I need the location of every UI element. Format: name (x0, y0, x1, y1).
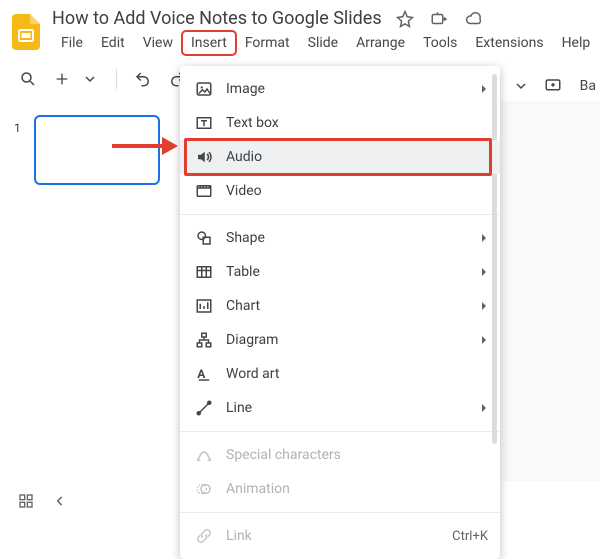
menu-tools[interactable]: Tools (414, 31, 466, 55)
menubar: File Edit View Insert Format Slide Arran… (52, 31, 599, 55)
menu-item-wordart[interactable]: A Word art (180, 357, 500, 391)
slide-thumbnail-1[interactable] (34, 115, 160, 185)
menu-item-label: Line (226, 400, 468, 416)
menu-item-label: Animation (226, 481, 488, 497)
document-title[interactable]: How to Add Voice Notes to Google Slides (52, 8, 382, 29)
menu-help[interactable]: Help (553, 31, 600, 55)
menu-file[interactable]: File (52, 31, 92, 55)
menu-slide[interactable]: Slide (299, 31, 347, 55)
submenu-arrow-icon (480, 267, 488, 277)
menu-edit[interactable]: Edit (92, 31, 134, 55)
slide-panel: 1 (0, 101, 200, 512)
menu-item-audio[interactable]: Audio (180, 140, 500, 174)
menu-extensions[interactable]: Extensions (466, 31, 552, 55)
submenu-arrow-icon (480, 301, 488, 311)
image-icon (194, 79, 214, 99)
menu-item-shape[interactable]: Shape (180, 221, 500, 255)
menu-item-label: Shape (226, 230, 468, 246)
menu-separator (180, 431, 500, 432)
background-button-partial[interactable]: Ba (580, 78, 596, 94)
menu-item-label: Word art (226, 366, 488, 382)
insert-menu: Image Text box Audio Video Shape T (180, 66, 500, 559)
menu-item-table[interactable]: Table (180, 255, 500, 289)
submenu-arrow-icon (480, 335, 488, 345)
new-slide-button[interactable] (50, 67, 74, 91)
menu-item-label: Chart (226, 298, 468, 314)
star-icon[interactable] (396, 10, 414, 28)
diagram-icon (194, 330, 214, 350)
menu-item-label: Audio (226, 149, 488, 165)
menu-separator (180, 214, 500, 215)
video-icon (194, 181, 214, 201)
chevron-left-icon[interactable] (50, 491, 70, 511)
menu-insert[interactable]: Insert (182, 31, 236, 55)
menu-item-animation: Animation (180, 472, 500, 506)
menu-item-special-characters: Special characters (180, 438, 500, 472)
submenu-arrow-icon (480, 84, 488, 94)
menu-format[interactable]: Format (236, 31, 299, 55)
omega-icon (194, 445, 214, 465)
comment-icon[interactable] (544, 77, 562, 95)
cloud-status-icon[interactable] (464, 10, 484, 28)
menu-item-video[interactable]: Video (180, 174, 500, 208)
menu-arrange[interactable]: Arrange (347, 31, 414, 55)
shape-icon (194, 228, 214, 248)
menu-item-image[interactable]: Image (180, 72, 500, 106)
table-icon (194, 262, 214, 282)
menu-view[interactable]: View (134, 31, 182, 55)
menu-item-label: Image (226, 81, 468, 97)
new-slide-caret-icon[interactable] (78, 67, 102, 91)
grid-view-icon[interactable] (16, 491, 36, 511)
menu-item-label: Table (226, 264, 468, 280)
menu-item-line[interactable]: Line (180, 391, 500, 425)
link-icon (194, 526, 214, 546)
slide-number: 1 (14, 115, 24, 135)
undo-button[interactable] (131, 67, 155, 91)
menu-separator (180, 512, 500, 513)
textbox-icon (194, 113, 214, 133)
submenu-arrow-icon (480, 233, 488, 243)
chart-icon (194, 296, 214, 316)
menu-item-chart[interactable]: Chart (180, 289, 500, 323)
menu-item-label: Special characters (226, 447, 488, 463)
menu-item-label: Diagram (226, 332, 468, 348)
toolbar-caret-icon[interactable] (516, 81, 526, 91)
move-icon[interactable] (430, 10, 448, 28)
menu-item-label: Link (226, 528, 440, 544)
menu-item-label: Text box (226, 115, 488, 131)
animation-icon (194, 479, 214, 499)
menu-item-shortcut: Ctrl+K (452, 529, 488, 544)
menu-item-label: Video (226, 183, 488, 199)
audio-icon (194, 147, 214, 167)
menu-item-textbox[interactable]: Text box (180, 106, 500, 140)
slides-logo[interactable] (12, 12, 40, 52)
line-icon (194, 398, 214, 418)
wordart-icon: A (194, 364, 214, 384)
menu-item-link: Link Ctrl+K (180, 519, 500, 553)
menu-item-diagram[interactable]: Diagram (180, 323, 500, 357)
svg-text:A: A (197, 367, 206, 381)
search-icon[interactable] (16, 67, 40, 91)
submenu-arrow-icon (480, 403, 488, 413)
